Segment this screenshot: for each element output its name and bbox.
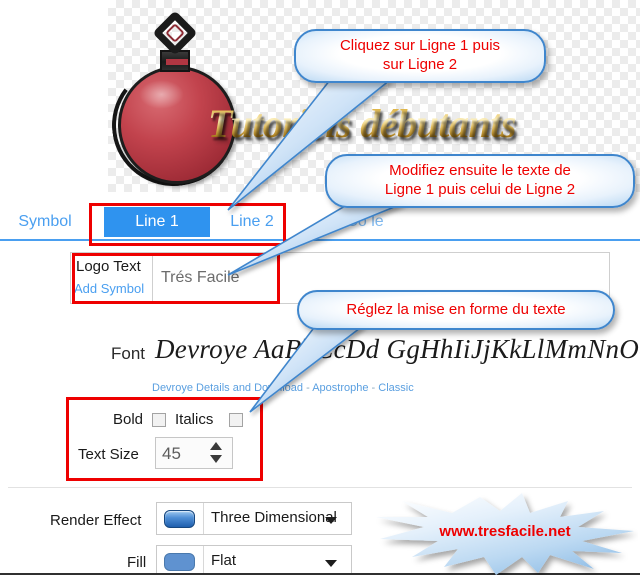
stepper-down-icon[interactable]: [210, 455, 222, 463]
combo-separator: [203, 503, 204, 534]
font-sample-preview: Devroye AaBbCcDd GgHhIiJjKkLlMmNnOoP: [155, 334, 640, 364]
stepper-up-icon[interactable]: [210, 442, 222, 450]
callout-3-line-1: Réglez la mise en forme du texte: [346, 300, 566, 318]
watermark-starburst: www.tresfacile.net: [372, 487, 638, 575]
render-effect-label: Render Effect: [50, 512, 142, 529]
callout-1-line-2: sur Ligne 2: [382, 56, 458, 73]
fill-value: Flat: [211, 552, 237, 569]
combo-separator: [203, 546, 204, 575]
render-effect-swatch-icon: [164, 510, 195, 528]
bold-label: Bold: [113, 411, 144, 428]
site-title: Tutoriels débutants: [208, 101, 516, 146]
christmas-bauble-icon: [104, 10, 262, 195]
render-effect-dropdown[interactable]: Three Dimensional: [156, 502, 352, 535]
font-details-link[interactable]: Devroye Details and Download: [152, 382, 303, 394]
bauble-hook: [152, 10, 198, 56]
callout-format-text: Réglez la mise en forme du texte: [297, 290, 615, 330]
fill-label: Fill: [127, 554, 147, 571]
bold-checkbox[interactable]: [152, 413, 166, 427]
fill-swatch-icon: [164, 553, 195, 571]
callout-1-line-1: Cliquez sur Ligne 1 puis: [339, 37, 501, 55]
text-size-label: Text Size: [78, 446, 139, 463]
tab-bar: Symbol Line 1 Line 2 Co le: [0, 207, 640, 241]
callout-2-line-2: Ligne 1 puis celui de Ligne 2: [384, 181, 576, 198]
tab-line-2[interactable]: Line 2: [214, 207, 290, 237]
font-classic-link[interactable]: Classic: [378, 382, 413, 394]
callout-click-line-1-then-2: Cliquez sur Ligne 1 puis sur Ligne 2: [294, 29, 546, 83]
callout-2-line-1: Modifiez ensuite le texte de: [389, 162, 571, 180]
tab-obscured[interactable]: Co le: [310, 207, 420, 237]
text-size-value: 45: [162, 444, 181, 463]
tab-symbol[interactable]: Symbol: [10, 207, 80, 237]
chevron-down-icon[interactable]: [325, 517, 337, 524]
font-links: Devroye Details and Download - Apostroph…: [152, 382, 414, 394]
italics-checkbox[interactable]: [229, 413, 243, 427]
add-symbol-link[interactable]: Add Symbol: [74, 281, 144, 296]
tab-line-1[interactable]: Line 1: [104, 207, 210, 237]
font-link-separator-1: -: [306, 382, 310, 394]
italics-label: Italics: [175, 411, 214, 428]
logo-text-label: Logo Text: [76, 258, 141, 275]
callout-edit-text: Modifiez ensuite le texte de Ligne 1 pui…: [325, 154, 635, 208]
font-link-separator-2: -: [371, 382, 376, 394]
fill-dropdown[interactable]: Flat: [156, 545, 352, 575]
screenshot-stage: Tutoriels débutants Symbol Line 1 Line 2…: [0, 0, 640, 575]
font-apostrophe-link[interactable]: Apostrophe: [312, 382, 368, 394]
chevron-down-icon[interactable]: [325, 560, 337, 567]
text-size-stepper[interactable]: [208, 440, 225, 466]
font-label: Font: [111, 344, 146, 363]
render-effect-value: Three Dimensional: [211, 509, 337, 526]
